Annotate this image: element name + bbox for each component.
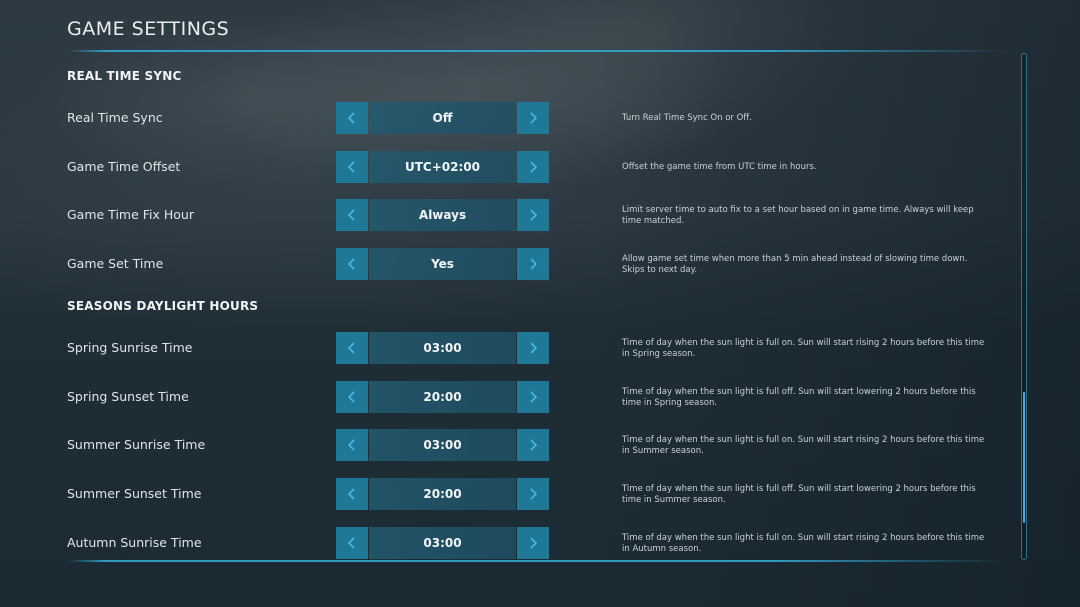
setting-row-game-set-time: Game Set Time Yes Allow game set time wh… <box>0 248 1000 280</box>
settings-list: REAL TIME SYNC Real Time Sync Off Turn R… <box>0 0 1000 607</box>
setting-label: Game Time Fix Hour <box>67 207 194 222</box>
setting-label: Real Time Sync <box>67 110 163 125</box>
setting-label: Summer Sunrise Time <box>67 437 206 452</box>
next-button[interactable] <box>517 527 549 559</box>
setting-value: 20:00 <box>369 381 516 413</box>
chevron-right-icon <box>530 209 538 221</box>
prev-button[interactable] <box>336 478 368 510</box>
prev-button[interactable] <box>336 102 368 134</box>
next-button[interactable] <box>517 199 549 231</box>
game-set-time-stepper: Yes <box>336 248 549 280</box>
chevron-left-icon <box>347 488 355 500</box>
real-time-sync-stepper: Off <box>336 102 549 134</box>
setting-value: 03:00 <box>369 332 516 364</box>
next-button[interactable] <box>517 151 549 183</box>
prev-button[interactable] <box>336 332 368 364</box>
setting-description: Time of day when the sun light is full o… <box>622 435 985 456</box>
section-header-seasons-daylight-hours: SEASONS DAYLIGHT HOURS <box>67 299 259 313</box>
footer-divider <box>68 560 1008 562</box>
setting-description: Time of day when the sun light is full o… <box>622 387 976 408</box>
chevron-right-icon <box>530 391 538 403</box>
chevron-left-icon <box>347 112 355 124</box>
chevron-right-icon <box>530 439 538 451</box>
setting-row-summer-sunrise-time: Summer Sunrise Time 03:00 Time of day wh… <box>0 429 1000 461</box>
setting-description: Time of day when the sun light is full o… <box>622 533 985 554</box>
prev-button[interactable] <box>336 151 368 183</box>
setting-value: 03:00 <box>369 429 516 461</box>
chevron-left-icon <box>347 258 355 270</box>
chevron-left-icon <box>347 391 355 403</box>
chevron-right-icon <box>530 537 538 549</box>
setting-row-summer-sunset-time: Summer Sunset Time 20:00 Time of day whe… <box>0 478 1000 510</box>
setting-value: UTC+02:00 <box>369 151 516 183</box>
setting-value: 03:00 <box>369 527 516 559</box>
setting-value: Always <box>369 199 516 231</box>
setting-label: Autumn Sunrise Time <box>67 535 202 550</box>
setting-description: Turn Real Time Sync On or Off. <box>622 113 752 123</box>
chevron-left-icon <box>347 161 355 173</box>
next-button[interactable] <box>517 478 549 510</box>
chevron-right-icon <box>530 258 538 270</box>
setting-label: Summer Sunset Time <box>67 486 202 501</box>
summer-sunset-time-stepper: 20:00 <box>336 478 549 510</box>
chevron-left-icon <box>347 439 355 451</box>
chevron-right-icon <box>530 342 538 354</box>
setting-label: Game Set Time <box>67 256 164 271</box>
setting-description: Allow game set time when more than 5 min… <box>622 254 968 275</box>
chevron-right-icon <box>530 161 538 173</box>
setting-description: Time of day when the sun light is full o… <box>622 484 976 505</box>
chevron-left-icon <box>347 342 355 354</box>
setting-value: 20:00 <box>369 478 516 510</box>
setting-row-real-time-sync: Real Time Sync Off Turn Real Time Sync O… <box>0 102 1000 134</box>
spring-sunset-time-stepper: 20:00 <box>336 381 549 413</box>
next-button[interactable] <box>517 102 549 134</box>
game-time-offset-stepper: UTC+02:00 <box>336 151 549 183</box>
prev-button[interactable] <box>336 429 368 461</box>
section-header-real-time-sync: REAL TIME SYNC <box>67 69 182 83</box>
setting-row-spring-sunrise-time: Spring Sunrise Time 03:00 Time of day wh… <box>0 332 1000 364</box>
setting-label: Game Time Offset <box>67 159 181 174</box>
scrollbar[interactable] <box>1021 53 1027 560</box>
setting-row-game-time-offset: Game Time Offset UTC+02:00 Offset the ga… <box>0 151 1000 183</box>
next-button[interactable] <box>517 332 549 364</box>
next-button[interactable] <box>517 381 549 413</box>
autumn-sunrise-time-stepper: 03:00 <box>336 527 549 559</box>
chevron-left-icon <box>347 537 355 549</box>
prev-button[interactable] <box>336 248 368 280</box>
setting-row-game-time-fix-hour: Game Time Fix Hour Always Limit server t… <box>0 199 1000 231</box>
setting-description: Offset the game time from UTC time in ho… <box>622 162 817 172</box>
prev-button[interactable] <box>336 199 368 231</box>
scrollbar-thumb[interactable] <box>1023 392 1025 523</box>
summer-sunrise-time-stepper: 03:00 <box>336 429 549 461</box>
next-button[interactable] <box>517 429 549 461</box>
game-time-fix-hour-stepper: Always <box>336 199 549 231</box>
prev-button[interactable] <box>336 381 368 413</box>
prev-button[interactable] <box>336 527 368 559</box>
next-button[interactable] <box>517 248 549 280</box>
setting-row-spring-sunset-time: Spring Sunset Time 20:00 Time of day whe… <box>0 381 1000 413</box>
chevron-right-icon <box>530 112 538 124</box>
setting-description: Limit server time to auto fix to a set h… <box>622 205 974 226</box>
setting-row-autumn-sunrise-time: Autumn Sunrise Time 03:00 Time of day wh… <box>0 527 1000 559</box>
chevron-left-icon <box>347 209 355 221</box>
setting-label: Spring Sunrise Time <box>67 340 193 355</box>
setting-description: Time of day when the sun light is full o… <box>622 338 985 359</box>
spring-sunrise-time-stepper: 03:00 <box>336 332 549 364</box>
setting-value: Yes <box>369 248 516 280</box>
chevron-right-icon <box>530 488 538 500</box>
setting-value: Off <box>369 102 516 134</box>
setting-label: Spring Sunset Time <box>67 389 189 404</box>
